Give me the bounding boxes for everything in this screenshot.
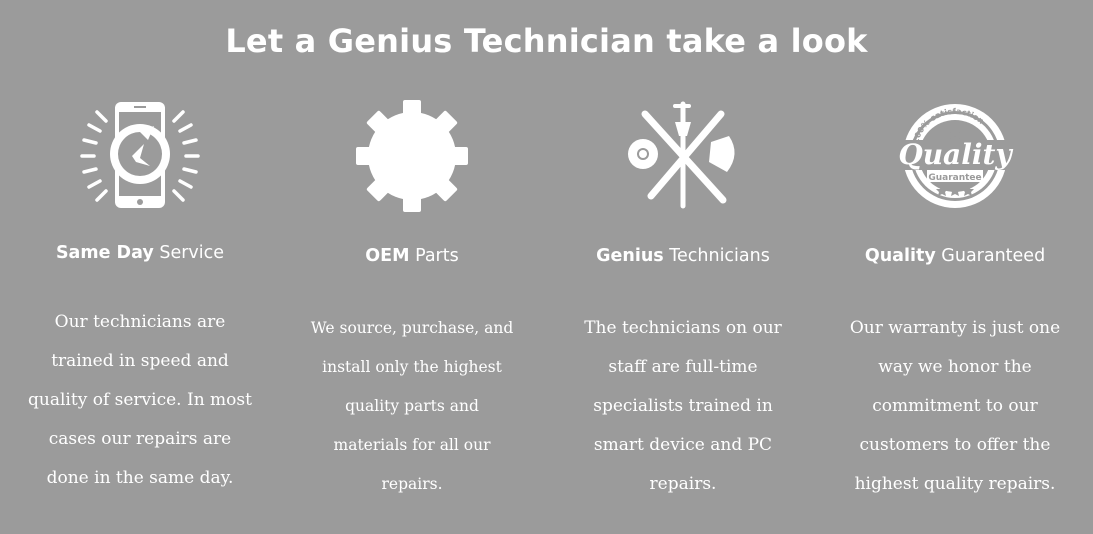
feature-title-bold: Genius xyxy=(596,246,664,266)
section-heading: Let a Genius Technician take a look xyxy=(225,22,868,60)
feature-title: Genius Technicians xyxy=(563,246,803,266)
feature-description: The technicians on our staff are full-ti… xyxy=(584,318,782,494)
feature-title-bold: Same Day xyxy=(55,243,154,263)
feature-title-bold: Quality xyxy=(864,246,936,266)
badge-sub-text: Guarantee xyxy=(928,173,981,183)
gear-icon xyxy=(356,100,468,212)
feature-description: Our warranty is just one way we honor th… xyxy=(849,318,1061,494)
badge-main-text: Quality xyxy=(898,138,1013,171)
feature-quality-guaranteed: 100% satisfaction Quality Guarantee Qual… xyxy=(835,96,1075,504)
feature-description: We source, purchase, and install only th… xyxy=(310,319,514,493)
feature-title: Quality Guaranteed xyxy=(835,246,1075,266)
feature-title-rest: Parts xyxy=(409,246,459,266)
repair-tools-icon xyxy=(628,101,735,209)
feature-title-rest: Guaranteed xyxy=(935,246,1046,266)
feature-description: Our technicians are trained in speed and… xyxy=(28,312,252,488)
feature-title-rest: Service xyxy=(153,243,225,263)
feature-title-bold: OEM xyxy=(365,246,410,266)
feature-genius-technicians: Genius Technicians The technicians on ou… xyxy=(563,96,803,504)
feature-same-day-service: Same Day Service Our technicians are tra… xyxy=(20,96,260,498)
phone-refresh-icon xyxy=(80,102,200,208)
feature-oem-parts: OEM Parts We source, purchase, and insta… xyxy=(292,96,532,504)
feature-title: Same Day Service xyxy=(20,243,260,263)
feature-title: OEM Parts xyxy=(292,246,532,266)
quality-badge-icon: 100% satisfaction Quality Guarantee xyxy=(897,104,1013,208)
feature-title-rest: Technicians xyxy=(663,246,770,266)
